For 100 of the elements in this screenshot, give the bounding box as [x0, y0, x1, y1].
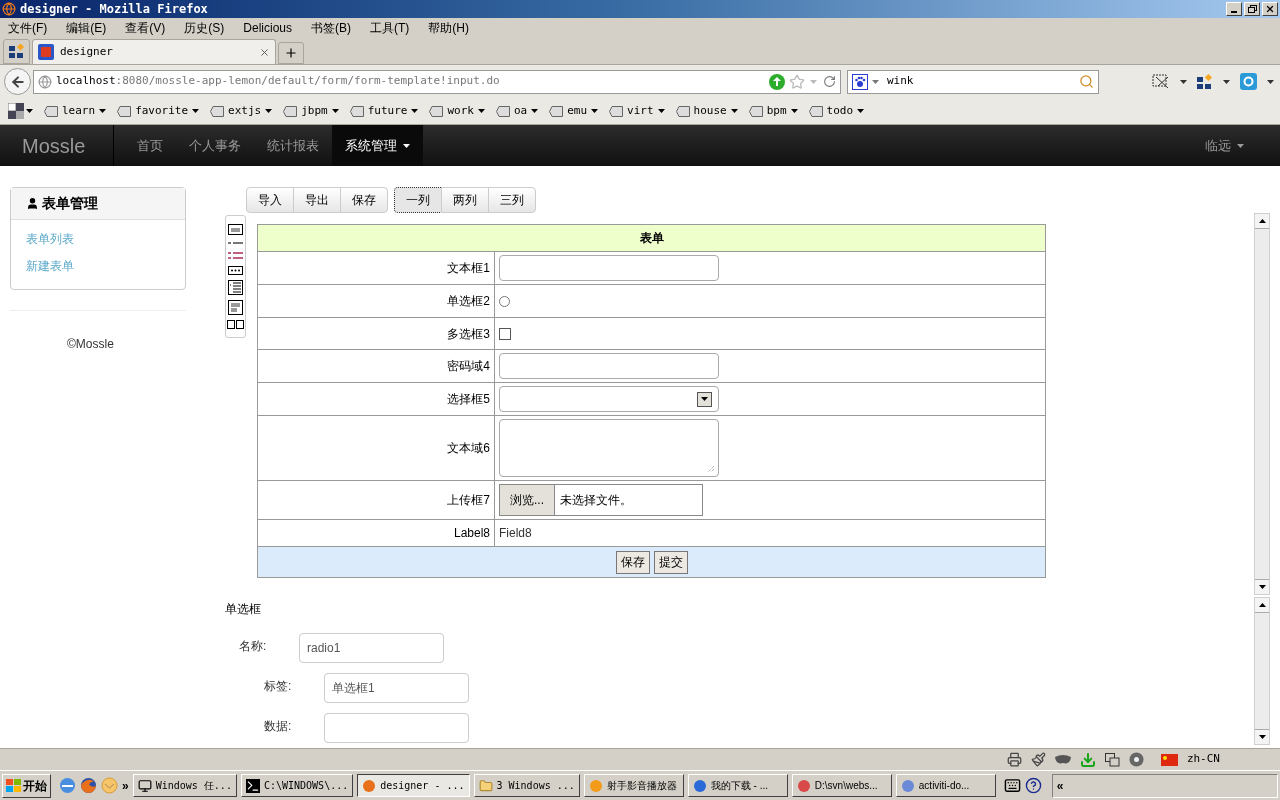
scrollbar[interactable]	[1254, 213, 1270, 595]
select-field-icon[interactable]	[228, 280, 243, 295]
brush-icon[interactable]	[1030, 752, 1046, 767]
keyboard-icon[interactable]	[1003, 777, 1021, 794]
bookmark-folder[interactable]: future	[349, 102, 419, 120]
help-icon[interactable]	[1024, 777, 1042, 794]
browser-icon[interactable]	[59, 777, 76, 794]
user-menu[interactable]: 临远	[1205, 125, 1244, 166]
bookmark-folder[interactable]: work	[429, 102, 485, 120]
task-label: 射手影音播放器	[606, 779, 677, 793]
app-badge-icon[interactable]	[1240, 73, 1257, 90]
bookmark-folder[interactable]: todo	[808, 102, 865, 120]
search-field[interactable]: wink	[847, 69, 1099, 94]
caret-icon	[26, 109, 33, 113]
new-tab-button[interactable]	[278, 42, 304, 64]
scroll-up-icon[interactable]	[1258, 603, 1266, 607]
resize-grip-icon[interactable]	[707, 465, 715, 473]
restore-button[interactable]	[1244, 2, 1260, 16]
input-field[interactable]	[499, 255, 719, 281]
taskbar-button[interactable]: activiti-do...	[895, 774, 996, 797]
menu-item[interactable]: 文件(F)	[2, 19, 54, 37]
bookmark-folder[interactable]: oa	[496, 102, 539, 120]
taskbar-button[interactable]: D:\svn\webs...	[791, 774, 892, 797]
layout-tab[interactable]: 三列	[488, 187, 536, 213]
form-button[interactable]: 保存	[615, 550, 650, 574]
bookmark-folder[interactable]: favorite	[117, 102, 200, 120]
more-quicklaunch[interactable]: »	[122, 776, 129, 795]
property-input[interactable]	[324, 713, 469, 743]
scroll-down-icon[interactable]	[1258, 585, 1266, 589]
reload-icon[interactable]	[823, 75, 836, 88]
menu-item[interactable]: Delicious	[237, 19, 298, 37]
file-upload-field[interactable]: 浏览... 未选择文件。	[499, 484, 703, 516]
share-icon[interactable]	[1006, 752, 1022, 767]
menu-item[interactable]: 帮助(H)	[422, 19, 475, 37]
toolbar-button[interactable]: 导入	[246, 187, 294, 213]
scrollbar[interactable]	[1254, 597, 1270, 745]
taskbar-button[interactable]: C:\WINDOWS\...	[240, 774, 354, 797]
scroll-up-icon[interactable]	[1258, 219, 1266, 223]
address-bar[interactable]: localhost:8080/mossle-app-lemon/default/form/form-template!input.do	[33, 69, 841, 94]
mask-icon[interactable]	[1054, 754, 1071, 765]
nav-item[interactable]: 系统管理	[332, 125, 423, 166]
go-icon[interactable]	[769, 73, 785, 90]
layout-tab[interactable]: 一列	[394, 187, 442, 213]
menu-item[interactable]: 历史(S)	[178, 19, 231, 37]
minimize-button[interactable]	[1226, 2, 1242, 16]
scroll-down-icon[interactable]	[1258, 735, 1266, 739]
taskbar-button[interactable]: 3 Windows ...	[473, 774, 580, 797]
radio-button[interactable]	[499, 295, 510, 307]
taskbar-button[interactable]: Windows 任...	[132, 774, 237, 797]
textarea-icon[interactable]	[228, 300, 243, 315]
menu-item[interactable]: 工具(T)	[364, 19, 416, 37]
nav-item[interactable]: 首页	[124, 125, 176, 166]
paw-icon[interactable]	[852, 73, 868, 90]
toolbar-button[interactable]: 导出	[293, 187, 341, 213]
browser-tab[interactable]: designer	[32, 39, 276, 64]
start-button[interactable]: 开始	[2, 773, 51, 798]
property-input[interactable]: radio1	[299, 633, 444, 663]
menu-item[interactable]: 查看(V)	[119, 19, 172, 37]
taskbar-button[interactable]: 射手影音播放器	[583, 774, 684, 797]
checkbox-list-icon[interactable]	[228, 251, 243, 261]
scissors-icon[interactable]	[1152, 73, 1170, 90]
bookmark-folder[interactable]: virt	[609, 102, 665, 120]
layout-tab[interactable]: 两列	[441, 187, 489, 213]
bookmarks-menu-icon[interactable]	[8, 103, 24, 119]
nav-item[interactable]: 个人事务	[176, 125, 254, 166]
property-input[interactable]: 单选框1	[324, 673, 469, 703]
taskbar-button[interactable]: 我的下载 - ...	[687, 774, 788, 797]
form-button[interactable]: 提交	[653, 550, 688, 574]
windows-icon[interactable]	[1104, 752, 1120, 767]
close-button[interactable]	[1262, 2, 1278, 16]
search-icon[interactable]	[1079, 74, 1094, 89]
bookmark-folder[interactable]: extjs	[210, 102, 273, 120]
bookmark-star-icon[interactable]	[789, 73, 805, 90]
menu-item[interactable]: 编辑(E)	[60, 19, 113, 37]
disc-icon[interactable]	[1128, 752, 1144, 767]
brand-logo[interactable]: Mossle	[0, 125, 114, 166]
nav-item[interactable]: 统计报表	[254, 125, 332, 166]
app-grid-button[interactable]	[3, 39, 30, 64]
menu-item[interactable]: 书签(B)	[305, 19, 357, 37]
bookmark-folder[interactable]: bpm	[748, 102, 798, 120]
password-field-icon[interactable]	[228, 266, 243, 275]
browse-button[interactable]: 浏览...	[500, 485, 555, 515]
bookmark-folder[interactable]: learn	[44, 102, 107, 120]
back-button[interactable]	[4, 68, 31, 95]
text-field-icon[interactable]	[228, 224, 243, 235]
select-field[interactable]	[499, 386, 719, 412]
two-columns-icon[interactable]	[227, 320, 244, 329]
field-label: 密码域4	[257, 349, 495, 383]
toolbar-button[interactable]: 保存	[340, 187, 388, 213]
checkbox[interactable]	[499, 327, 511, 340]
input-field[interactable]	[499, 353, 719, 379]
bookmark-folder[interactable]: emu	[549, 102, 599, 120]
taskbar-button[interactable]: designer - ...	[357, 774, 470, 797]
textarea-field[interactable]	[499, 419, 719, 477]
radio-list-icon[interactable]	[228, 240, 243, 246]
app-grid-icon[interactable]	[1197, 73, 1213, 90]
bookmark-folder[interactable]: house	[675, 102, 738, 120]
close-tab-icon[interactable]	[259, 46, 270, 58]
tray-toggle[interactable]: «	[1056, 776, 1064, 795]
bookmark-folder[interactable]: jbpm	[283, 102, 339, 120]
